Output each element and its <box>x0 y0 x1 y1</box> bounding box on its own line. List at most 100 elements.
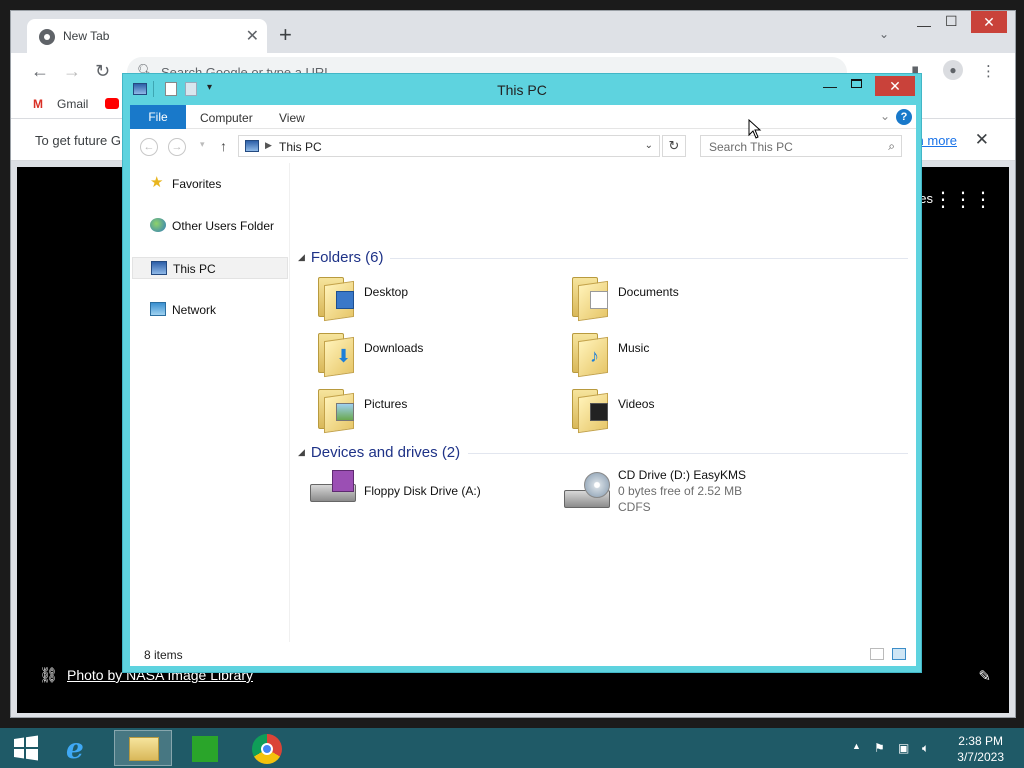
start-button[interactable] <box>4 730 46 766</box>
back-icon[interactable]: ← <box>140 138 158 156</box>
nav-network[interactable]: Network <box>132 299 288 321</box>
taskbar-internet-explorer[interactable]: e <box>52 730 110 766</box>
tab-view[interactable]: View <box>279 111 305 125</box>
taskbar-file-explorer[interactable] <box>114 730 172 766</box>
menu-icon[interactable]: ⋮ <box>981 62 996 80</box>
maximize-icon[interactable] <box>851 79 862 88</box>
address-path[interactable]: This PC <box>279 140 322 154</box>
new-tab-button[interactable]: + <box>279 24 292 46</box>
folder-desktop[interactable]: Desktop <box>310 271 550 323</box>
videos-folder-icon <box>572 387 612 434</box>
desktop-folder-icon <box>318 275 358 322</box>
nav-other-users-folder[interactable]: Other Users Folder <box>132 215 288 237</box>
tab-close-icon[interactable]: ✕ <box>246 26 259 46</box>
reload-icon[interactable]: ↻ <box>95 61 110 82</box>
chrome-maximize-icon[interactable]: ☐ <box>945 13 958 30</box>
forward-icon[interactable]: → <box>168 138 186 156</box>
system-clock[interactable]: 2:38 PM 3/7/2023 <box>957 733 1004 765</box>
group-divider <box>468 453 908 454</box>
link-icon: ⛓ <box>39 667 59 684</box>
item-label: Desktop <box>364 285 409 299</box>
group-divider <box>390 258 908 259</box>
show-hidden-icons[interactable]: ▲ <box>852 741 861 751</box>
explorer-body: ★ Favorites Other Users Folder This PC N… <box>130 163 916 642</box>
taskbar-chrome[interactable] <box>238 730 296 766</box>
tab-new-tab[interactable]: New Tab ✕ <box>27 19 267 53</box>
folder-documents[interactable]: Documents <box>564 271 804 323</box>
clock-time: 2:38 PM <box>958 734 1003 748</box>
bookmark-gmail[interactable]: Gmail <box>57 97 88 111</box>
documents-folder-icon <box>572 275 612 322</box>
address-bar-row: ← → ▾ ↑ ▶ This PC ⌄ ↻ Search This PC ⌕ <box>130 129 916 163</box>
large-icons-view-icon[interactable] <box>892 648 906 660</box>
taskbar-store[interactable] <box>176 730 234 766</box>
star-icon: ★ <box>150 174 164 191</box>
folder-pictures[interactable]: Pictures <box>310 383 550 435</box>
search-box[interactable]: Search This PC ⌕ <box>700 135 902 157</box>
close-icon[interactable]: ✕ <box>875 76 915 96</box>
computer-icon <box>151 261 167 275</box>
youtube-icon[interactable] <box>105 98 119 109</box>
explorer-title: This PC <box>497 82 547 98</box>
explorer-window: ▾ This PC — ✕ File Computer View ⌄ ? ← →… <box>122 73 922 673</box>
item-label: Videos <box>618 397 655 411</box>
tab-search-icon[interactable]: ⌄ <box>879 27 895 41</box>
windows-logo-icon <box>14 735 38 761</box>
recent-locations-icon[interactable]: ▾ <box>200 139 205 150</box>
up-icon[interactable]: ↑ <box>220 138 227 154</box>
desktop: New Tab ✕ + — ☐ ✕ ⌄ ← → ↻ 🔍︎ Search Goog… <box>0 0 1024 728</box>
item-label: Music <box>618 341 650 355</box>
minimize-icon[interactable]: — <box>823 78 837 94</box>
info-bar-close-icon[interactable]: ✕ <box>975 130 989 150</box>
folder-music[interactable]: ♪ Music <box>564 327 804 379</box>
drive-cd[interactable]: CD Drive (D:) EasyKMS 0 bytes free of 2.… <box>564 468 804 528</box>
cd-free-space: 0 bytes free of 2.52 MB <box>618 484 743 498</box>
action-center-flag-icon[interactable]: ⚑ <box>874 741 885 755</box>
info-bar-learn-more-link[interactable]: n more <box>917 133 957 148</box>
nav-this-pc[interactable]: This PC <box>132 257 288 279</box>
search-icon: ⌕ <box>888 139 895 153</box>
nav-favorites[interactable]: ★ Favorites <box>132 173 288 195</box>
taskbar: e ▲ ⚑ ▣ 🔈︎ 2:38 PM 3/7/2023 <box>0 728 1024 768</box>
folders-group-header[interactable]: ◢ Folders (6) <box>298 249 383 266</box>
address-dropdown-icon[interactable]: ⌄ <box>645 140 653 151</box>
cd-disc-icon <box>584 472 610 498</box>
downloads-folder-icon: ⬇ <box>318 331 358 378</box>
back-icon[interactable]: ← <box>31 61 49 82</box>
forward-icon[interactable]: → <box>63 61 81 82</box>
chrome-favicon-icon <box>39 29 55 45</box>
file-explorer-icon <box>129 737 159 761</box>
tab-file[interactable]: File <box>130 105 186 129</box>
tab-computer[interactable]: Computer <box>200 111 253 125</box>
expand-ribbon-icon[interactable]: ⌄ <box>880 109 890 123</box>
help-icon[interactable]: ? <box>896 109 912 125</box>
chrome-close-icon[interactable]: ✕ <box>971 11 1007 33</box>
edit-pencil-icon[interactable]: ✎ <box>978 667 991 685</box>
pictures-folder-icon <box>318 387 358 434</box>
explorer-titlebar[interactable]: ▾ This PC — ✕ <box>123 74 921 104</box>
item-label: Documents <box>618 285 679 299</box>
volume-muted-icon[interactable]: 🔈︎ <box>922 741 929 756</box>
store-icon <box>192 736 218 762</box>
devices-group-header[interactable]: ◢ Devices and drives (2) <box>298 444 460 461</box>
details-view-icon[interactable] <box>870 648 884 660</box>
globe-users-icon <box>150 218 166 232</box>
network-tray-icon[interactable]: ▣ <box>898 741 909 755</box>
floppy-disk-icon <box>332 470 354 492</box>
refresh-icon[interactable]: ↻ <box>662 135 686 157</box>
nav-label: Favorites <box>172 177 222 191</box>
apps-grid-icon[interactable]: ⋮⋮⋮ <box>933 187 993 212</box>
drive-floppy[interactable]: Floppy Disk Drive (A:) <box>310 468 550 520</box>
breadcrumb-chevron-icon[interactable]: ▶ <box>265 140 272 151</box>
mouse-cursor-icon <box>748 119 762 139</box>
folder-downloads[interactable]: ⬇ Downloads <box>310 327 550 379</box>
folder-videos[interactable]: Videos <box>564 383 804 435</box>
profile-icon[interactable]: ● <box>943 60 963 80</box>
chrome-minimize-icon[interactable]: — <box>917 17 931 33</box>
address-bar[interactable]: ▶ This PC ⌄ <box>238 135 660 157</box>
tab-title: New Tab <box>63 29 110 43</box>
tab-strip: New Tab ✕ + — ☐ ✕ ⌄ <box>11 11 1015 53</box>
cd-filesystem: CDFS <box>618 500 651 514</box>
this-pc-address-icon <box>245 140 259 152</box>
navigation-pane: ★ Favorites Other Users Folder This PC N… <box>130 163 290 642</box>
